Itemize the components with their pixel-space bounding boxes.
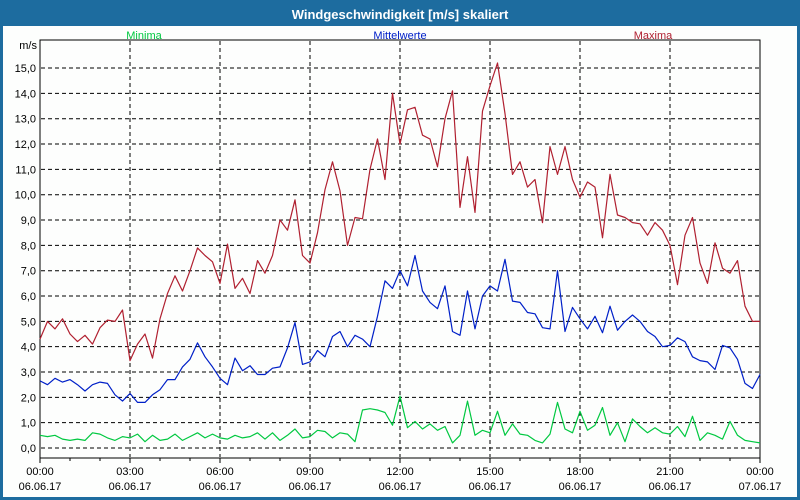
x-tick-time-label: 21:00 [656,466,684,478]
y-tick-label: 1,0 [21,418,36,430]
plot-frame [39,39,761,459]
y-tick-label: 15,0 [15,63,36,75]
y-tick-label: 7,0 [21,266,36,278]
x-tick-time-label: 00:00 [26,466,54,478]
y-tick-label: 6,0 [21,291,36,303]
x-tick-time-label: 15:00 [476,466,504,478]
wind-speed-chart-window: Windgeschwindigkeit [m/s] skaliert Minim… [0,0,800,500]
x-tick-date-label: 07.06.17 [739,481,782,493]
y-tick-label: 10,0 [15,190,36,202]
x-tick-time-label: 09:00 [296,466,324,478]
y-tick-label: 0,0 [21,443,36,455]
x-tick-date-label: 06.06.17 [469,481,512,493]
x-tick-time-label: 18:00 [566,466,594,478]
y-tick-label: 5,0 [21,316,36,328]
y-tick-label: 9,0 [21,215,36,227]
y-tick-label: 8,0 [21,240,36,252]
x-tick-date-label: 06.06.17 [19,481,62,493]
y-tick-label: 11,0 [15,164,36,176]
wind-speed-plot: 15,0 14,0 13,0 12,0 11,0 10,0 9,0 8,0 7,0 6,0 5,0 4… [15,39,782,493]
y-tick-label: 13,0 [15,114,36,126]
gridlines [41,41,759,457]
x-tick-time-label: 03:00 [116,466,144,478]
y-tick-label: 12,0 [15,139,36,151]
x-tick-date-label: 06.06.17 [649,481,692,493]
x-tick-date-label: 06.06.17 [109,481,152,493]
y-tick-label: 2,0 [21,392,36,404]
y-tick-label: 14,0 [15,88,36,100]
x-tick-time-label: 06:00 [206,466,234,478]
x-tick-time-label: 12:00 [386,466,414,478]
x-tick-date-label: 06.06.17 [289,481,332,493]
x-tick-date-label: 06.06.17 [379,481,422,493]
x-tick-date-label: 06.06.17 [559,481,602,493]
y-tick-label: 4,0 [21,342,36,354]
x-tick-date-label: 06.06.17 [199,481,242,493]
y-tick-label: 3,0 [21,367,36,379]
x-tick-time-label: 00:00 [746,466,774,478]
